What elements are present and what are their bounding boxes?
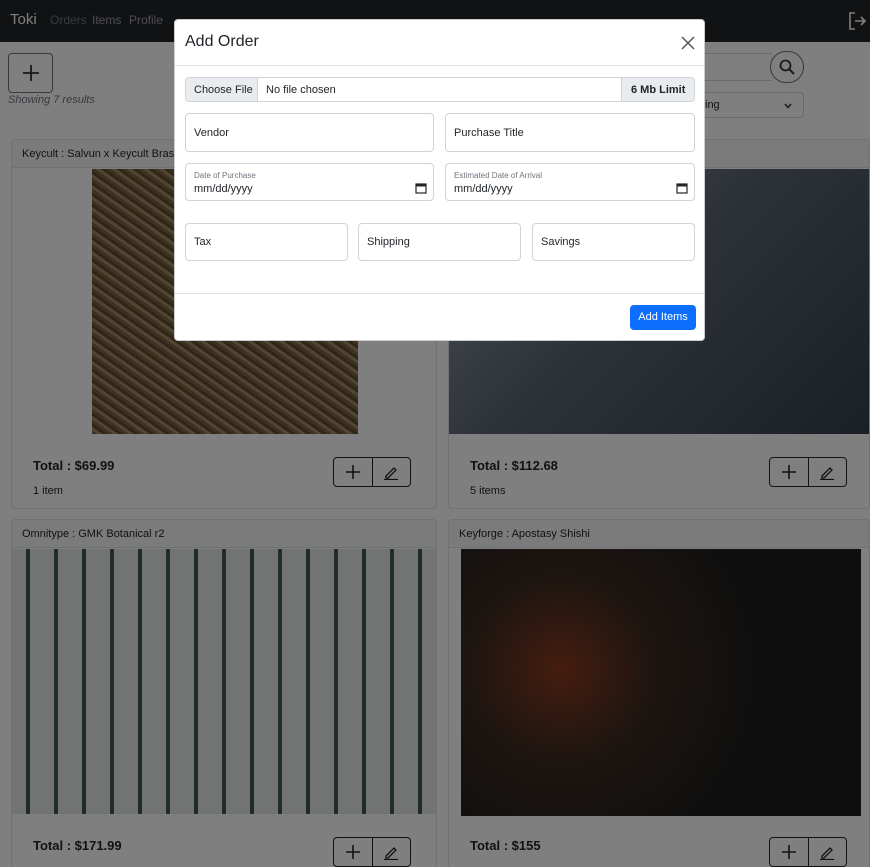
- modal-title: Add Order: [185, 33, 259, 50]
- savings-placeholder: Savings: [541, 236, 581, 248]
- purchase-title-placeholder: Purchase Title: [454, 127, 524, 139]
- date-of-purchase-value: mm/dd/yyyy: [194, 183, 253, 195]
- eta-field[interactable]: Estimated Date of Arrival mm/dd/yyyy: [445, 163, 695, 201]
- calendar-icon[interactable]: [676, 182, 688, 194]
- date-of-purchase-label: Date of Purchase: [194, 171, 256, 180]
- tax-field[interactable]: Tax: [185, 223, 348, 261]
- modal-footer-divider: [175, 293, 704, 294]
- eta-label: Estimated Date of Arrival: [454, 171, 543, 180]
- calendar-icon[interactable]: [415, 182, 427, 194]
- close-icon[interactable]: [680, 35, 696, 51]
- choose-file-button[interactable]: Choose File: [186, 78, 258, 101]
- file-input[interactable]: Choose File No file chosen 6 Mb Limit: [185, 77, 695, 102]
- tax-placeholder: Tax: [194, 236, 212, 248]
- modal-header: Add Order: [175, 20, 704, 66]
- vendor-field[interactable]: Vendor: [185, 113, 434, 152]
- file-size-limit: 6 Mb Limit: [621, 78, 694, 101]
- shipping-placeholder: Shipping: [367, 236, 410, 248]
- add-items-button[interactable]: Add Items: [630, 305, 696, 330]
- savings-field[interactable]: Savings: [532, 223, 695, 261]
- shipping-field[interactable]: Shipping: [358, 223, 521, 261]
- eta-value: mm/dd/yyyy: [454, 183, 513, 195]
- date-of-purchase-field[interactable]: Date of Purchase mm/dd/yyyy: [185, 163, 434, 201]
- add-order-modal: Add Order Choose File No file chosen 6 M…: [174, 19, 705, 341]
- vendor-placeholder: Vendor: [194, 127, 229, 139]
- file-status: No file chosen: [266, 84, 336, 96]
- purchase-title-field[interactable]: Purchase Title: [445, 113, 695, 152]
